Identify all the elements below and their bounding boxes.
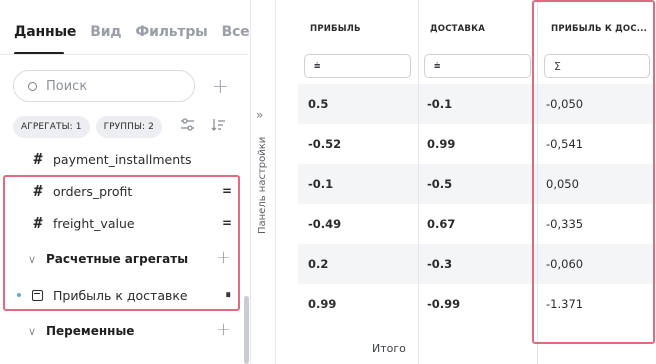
field-name: payment_installments <box>53 151 192 167</box>
settings-sliders-icon[interactable] <box>180 118 195 135</box>
panel-tabs: Данные Вид Фильтры Все <box>14 24 263 40</box>
table-cell: -0.5 <box>427 177 453 191</box>
section-title: Переменные <box>46 324 135 338</box>
add-calculated-icon[interactable]: + <box>216 249 231 267</box>
table-row: -0.1 -0.5 0,050 <box>298 164 656 204</box>
table-cell: -1.371 <box>546 297 584 311</box>
search-box[interactable] <box>13 70 195 102</box>
field-item[interactable]: # orders_profit = <box>0 178 240 204</box>
filter-icon: ⩧ <box>314 59 321 72</box>
add-field-icon[interactable]: + <box>212 76 229 96</box>
data-table: 0.5 -0.1 -0,050 -0.52 0.99 -0,541 -0.1 -… <box>298 0 656 364</box>
calculated-item[interactable]: Прибыль к доставке ⏸ <box>0 282 240 308</box>
new-item-dot <box>17 293 21 297</box>
table-cell: -0.49 <box>308 217 342 231</box>
table-cell: -0,050 <box>546 97 584 111</box>
field-item[interactable]: # payment_installments <box>0 146 240 172</box>
column-filter[interactable]: ⩧ <box>304 54 411 78</box>
column-divider <box>418 0 419 364</box>
tab-view[interactable]: Вид <box>90 24 121 40</box>
table-cell: -0.1 <box>427 97 453 111</box>
table-cell: -0,060 <box>546 257 584 271</box>
pause-icon[interactable]: ⏸ <box>226 288 231 302</box>
column-filter[interactable]: ⩧ <box>424 54 531 78</box>
tab-data[interactable]: Данные <box>14 24 76 40</box>
aggregates-chip[interactable]: АГРЕГАТЫ: 1 <box>13 116 90 138</box>
column-header-delivery[interactable]: ДОСТАВКА <box>430 24 530 34</box>
data-panel: Данные Вид Фильтры Все + АГРЕГАТЫ: 1 ГРУ… <box>0 0 250 364</box>
table-row: -0.49 0.67 -0,335 <box>298 204 656 244</box>
double-chevron-right-icon[interactable]: » <box>256 108 263 122</box>
table-cell: -0.1 <box>308 177 334 191</box>
table-cell: -0,541 <box>546 137 584 151</box>
table-cell: -0.52 <box>308 137 342 151</box>
field-name: orders_profit <box>53 183 133 199</box>
table-cell: 0.5 <box>308 97 329 111</box>
scrollbar[interactable] <box>244 296 249 364</box>
table-row: 0.2 -0.3 -0,060 <box>298 244 656 284</box>
table-cell: 0.2 <box>308 257 329 271</box>
table-row: 0.99 -0.99 -1.371 <box>298 284 656 324</box>
table-cell: 0,050 <box>546 177 579 191</box>
table-cell: 0.99 <box>427 137 456 151</box>
settings-panel-label[interactable]: Панель настройки <box>257 137 268 234</box>
chips-bar: АГРЕГАТЫ: 1 ГРУППЫ: 2 <box>13 116 162 138</box>
tabs-divider <box>0 54 248 55</box>
chevron-down-icon[interactable]: ∨ <box>22 325 42 338</box>
sort-icon[interactable] <box>211 118 226 135</box>
section-variables[interactable]: ∨ Переменные <box>0 318 240 344</box>
hash-icon: # <box>33 182 43 200</box>
drag-handle-icon[interactable]: = <box>222 216 232 230</box>
search-input[interactable] <box>46 78 186 94</box>
total-label: Итого <box>372 342 406 355</box>
sum-icon: Σ <box>554 59 561 73</box>
settings-panel-strip[interactable]: » Панель настройки <box>250 0 276 364</box>
table-cell: -0.3 <box>427 257 453 271</box>
field-item[interactable]: # freight_value = <box>0 210 240 236</box>
table-cell: 0.99 <box>308 297 337 311</box>
drag-handle-icon[interactable]: = <box>222 184 232 198</box>
search-icon <box>28 81 37 91</box>
calculator-icon <box>32 289 43 301</box>
filter-icon: ⩧ <box>434 59 441 72</box>
add-variable-icon[interactable]: + <box>216 321 231 339</box>
table-row: -0.52 0.99 -0,541 <box>298 124 656 164</box>
calculated-item-name: Прибыль к доставке <box>53 287 188 303</box>
column-header-profit-to-delivery[interactable]: ПРИБЫЛЬ К ДОС... <box>551 24 646 34</box>
table-cell: 0.67 <box>427 217 456 231</box>
field-name: freight_value <box>53 215 135 231</box>
column-filter[interactable]: Σ <box>544 54 650 78</box>
chevron-down-icon[interactable]: ∨ <box>22 253 42 266</box>
section-title: Расчетные агрегаты <box>46 252 189 266</box>
hash-icon: # <box>33 214 43 232</box>
column-divider <box>537 0 538 364</box>
tab-filters[interactable]: Фильтры <box>135 24 207 40</box>
table-cell: -0.99 <box>427 297 461 311</box>
table-cell: -0,335 <box>546 217 584 231</box>
column-header-profit[interactable]: ПРИБЫЛЬ <box>310 24 410 34</box>
table-row: 0.5 -0.1 -0,050 <box>298 84 656 124</box>
groups-chip[interactable]: ГРУППЫ: 2 <box>95 116 162 138</box>
section-calculated-aggregates[interactable]: ∨ Расчетные агрегаты <box>0 246 240 272</box>
hash-icon: # <box>33 150 43 168</box>
tab-all[interactable]: Все <box>222 24 250 40</box>
